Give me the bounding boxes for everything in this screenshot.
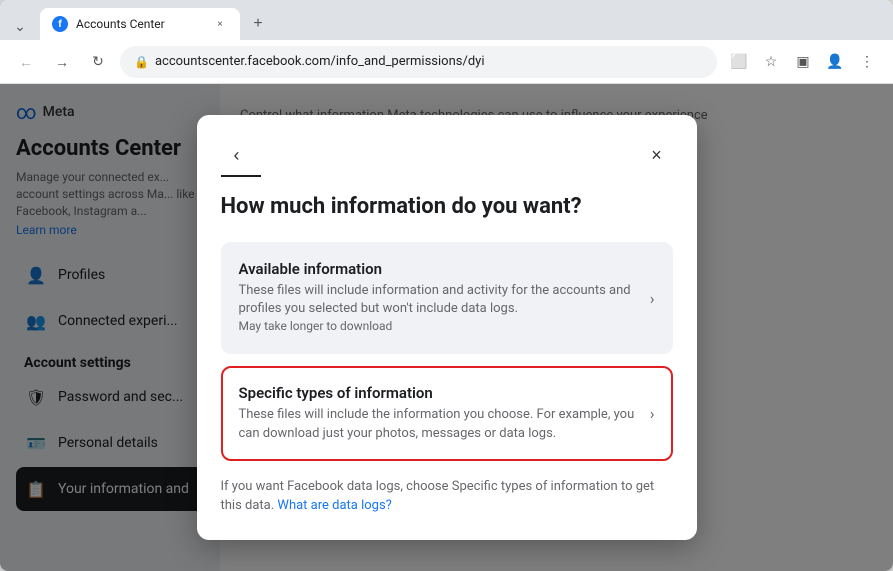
- modal-close-button[interactable]: ×: [641, 139, 673, 171]
- option-specific-title: Specific types of information: [239, 384, 638, 402]
- browser-content: ∞ Meta Accounts Center Manage your conne…: [0, 84, 893, 571]
- address-bar: ← → ↻ 🔒 accountscenter.facebook.com/info…: [0, 40, 893, 84]
- tab-nav-controls: ⌄: [8, 14, 32, 38]
- profile-button[interactable]: 👤: [821, 48, 849, 76]
- option-specific-desc: These files will include the information…: [239, 406, 638, 442]
- browser-window: ⌄ f Accounts Center × + ← → ↻ 🔒 accounts…: [0, 0, 893, 571]
- modal-top-bar: ‹ ×: [221, 139, 673, 171]
- browser-tab[interactable]: f Accounts Center ×: [40, 8, 240, 40]
- tab-bar: ⌄ f Accounts Center × +: [0, 0, 893, 40]
- option-specific-arrow: ›: [650, 404, 655, 423]
- option-card-available[interactable]: Available information These files will i…: [221, 242, 673, 355]
- split-view-button[interactable]: ▣: [789, 48, 817, 76]
- tab-title: Accounts Center: [76, 17, 204, 31]
- back-button[interactable]: ←: [12, 48, 40, 76]
- address-actions: ⬜ ☆ ▣ 👤 ⋮: [725, 48, 881, 76]
- address-input[interactable]: 🔒 accountscenter.facebook.com/info_and_p…: [120, 46, 717, 78]
- modal-overlay: ‹ × How much information do you want? Av…: [0, 84, 893, 571]
- modal-back-button[interactable]: ‹: [221, 139, 253, 171]
- data-logs-link[interactable]: What are data logs?: [277, 498, 391, 513]
- modal-divider: [221, 175, 261, 177]
- new-tab-button[interactable]: +: [244, 10, 272, 38]
- option-card-specific[interactable]: Specific types of information These file…: [221, 366, 673, 460]
- forward-button[interactable]: →: [48, 48, 76, 76]
- option-available-title: Available information: [239, 260, 638, 278]
- tab-favicon: f: [52, 16, 68, 32]
- modal-title: How much information do you want?: [221, 193, 673, 222]
- option-specific-content: Specific types of information These file…: [239, 384, 638, 442]
- option-available-arrow: ›: [650, 289, 655, 308]
- modal-dialog: ‹ × How much information do you want? Av…: [197, 115, 697, 540]
- option-available-content: Available information These files will i…: [239, 260, 638, 337]
- tab-close-button[interactable]: ×: [212, 16, 228, 32]
- url-text: accountscenter.facebook.com/info_and_per…: [155, 54, 703, 69]
- tab-list-button[interactable]: ⌄: [8, 14, 32, 38]
- lock-icon: 🔒: [134, 55, 149, 69]
- menu-button[interactable]: ⋮: [853, 48, 881, 76]
- bookmark-button[interactable]: ☆: [757, 48, 785, 76]
- modal-footer: If you want Facebook data logs, choose S…: [221, 477, 673, 516]
- cast-button[interactable]: ⬜: [725, 48, 753, 76]
- option-available-desc: These files will include information and…: [239, 282, 638, 337]
- reload-button[interactable]: ↻: [84, 48, 112, 76]
